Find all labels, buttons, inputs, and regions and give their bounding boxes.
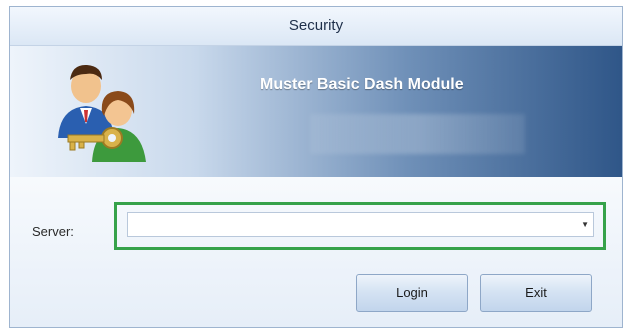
server-combobox[interactable]: ▼ — [127, 212, 594, 237]
header-banner: Muster Basic Dash Module — [10, 46, 622, 177]
banner-subtitle-blurred — [310, 114, 525, 154]
login-button[interactable]: Login — [356, 274, 468, 312]
banner-title: Muster Basic Dash Module — [260, 76, 464, 93]
server-label: Server: — [32, 224, 74, 239]
exit-button[interactable]: Exit — [480, 274, 592, 312]
title-bar: Security — [10, 7, 622, 46]
login-form: Server: ▼ Login Exit — [10, 177, 622, 327]
security-dialog: Security Muster Basic Dash Module Server… — [9, 6, 623, 328]
users-key-icon — [58, 64, 146, 162]
dropdown-arrow-icon[interactable]: ▼ — [581, 220, 589, 229]
window-title: Security — [288, 17, 344, 34]
